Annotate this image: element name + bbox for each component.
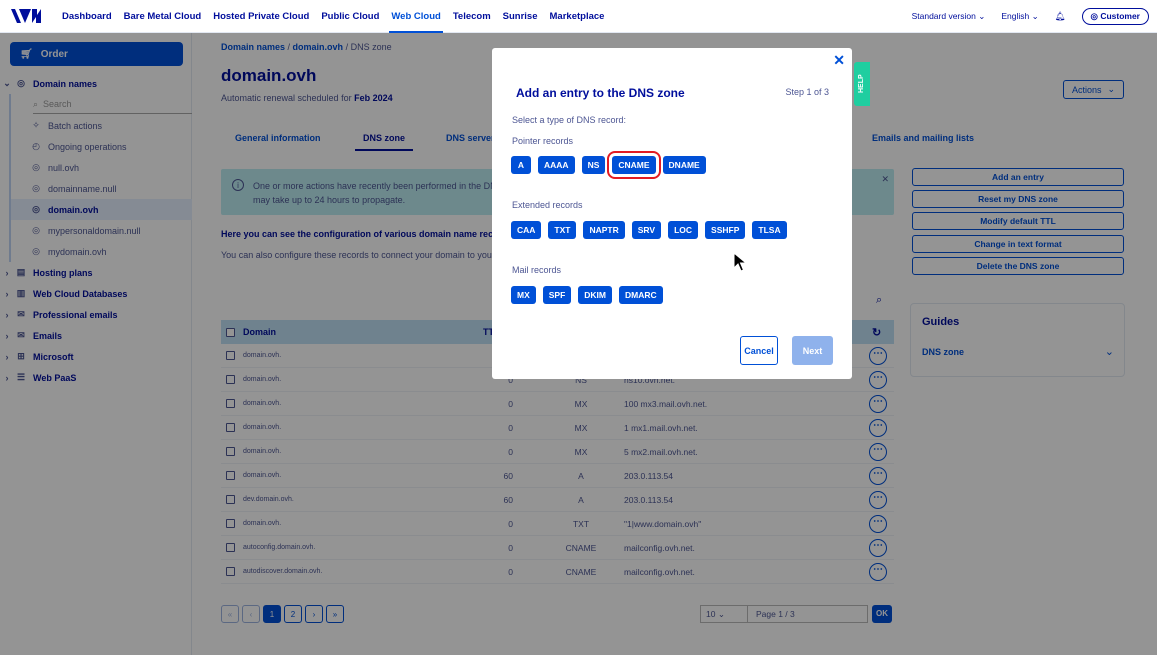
record-type-dmarc[interactable]: DMARC [619, 286, 663, 304]
record-type-sshfp[interactable]: SSHFP [705, 221, 746, 239]
pointer-records-label: Pointer records [512, 136, 574, 146]
ovh-logo[interactable] [8, 6, 44, 26]
record-type-spf[interactable]: SPF [542, 286, 572, 304]
mouse-cursor-icon [733, 252, 747, 272]
record-type-aaaa[interactable]: AAAA [538, 156, 575, 174]
record-type-tlsa[interactable]: TLSA [752, 221, 787, 239]
nav-sunrise[interactable]: Sunrise [497, 0, 544, 33]
language-selector[interactable]: English [1001, 11, 1038, 22]
nav-hosted-private-cloud[interactable]: Hosted Private Cloud [207, 0, 315, 33]
record-type-srv[interactable]: SRV [631, 221, 662, 239]
version-selector[interactable]: Standard version [912, 11, 986, 22]
record-type-mx[interactable]: MX [511, 286, 536, 304]
nav-telecom[interactable]: Telecom [447, 0, 497, 33]
record-type-loc[interactable]: LOC [668, 221, 699, 239]
extended-records-label: Extended records [512, 200, 583, 210]
next-button[interactable]: Next [792, 336, 833, 365]
step-indicator: Step 1 of 3 [785, 87, 829, 97]
nav-public-cloud[interactable]: Public Cloud [315, 0, 385, 33]
mail-records-label: Mail records [512, 265, 562, 275]
close-icon[interactable]: ✕ [833, 52, 845, 69]
record-type-naptr[interactable]: NAPTR [583, 221, 625, 239]
nav-bare-metal-cloud[interactable]: Bare Metal Cloud [118, 0, 208, 33]
nav-dashboard[interactable]: Dashboard [56, 0, 118, 33]
globe-icon: ◎ [1090, 11, 1098, 21]
modal-title: Add an entry to the DNS zone [516, 86, 685, 100]
nav-marketplace[interactable]: Marketplace [544, 0, 611, 33]
help-tab[interactable]: HELP [854, 62, 870, 106]
mail-records-group: MX SPF DKIM DMARC [511, 286, 663, 304]
extended-records-group: CAA TXT NAPTR SRV LOC SSHFP TLSA [511, 221, 787, 239]
record-type-cname[interactable]: CNAME [607, 151, 661, 179]
record-type-caa[interactable]: CAA [511, 221, 542, 239]
record-type-dkim[interactable]: DKIM [578, 286, 613, 304]
bell-icon[interactable]: 🔔︎ [1055, 11, 1066, 22]
modal-subtitle: Select a type of DNS record: [512, 115, 627, 125]
cancel-button[interactable]: Cancel [740, 336, 778, 365]
record-type-dname[interactable]: DNAME [662, 156, 706, 174]
top-navigation: Dashboard Bare Metal Cloud Hosted Privat… [0, 0, 1157, 33]
add-dns-entry-modal: ✕ HELP Add an entry to the DNS zone Step… [492, 48, 870, 379]
record-type-ns[interactable]: NS [581, 156, 606, 174]
record-type-a[interactable]: A [511, 156, 531, 174]
customer-menu[interactable]: ◎ Customer [1081, 8, 1149, 25]
nav-web-cloud[interactable]: Web Cloud [385, 0, 446, 33]
customer-label: Customer [1100, 11, 1140, 21]
pointer-records-group: A AAAA NS CNAME DNAME [511, 151, 706, 179]
record-type-txt[interactable]: TXT [548, 221, 577, 239]
